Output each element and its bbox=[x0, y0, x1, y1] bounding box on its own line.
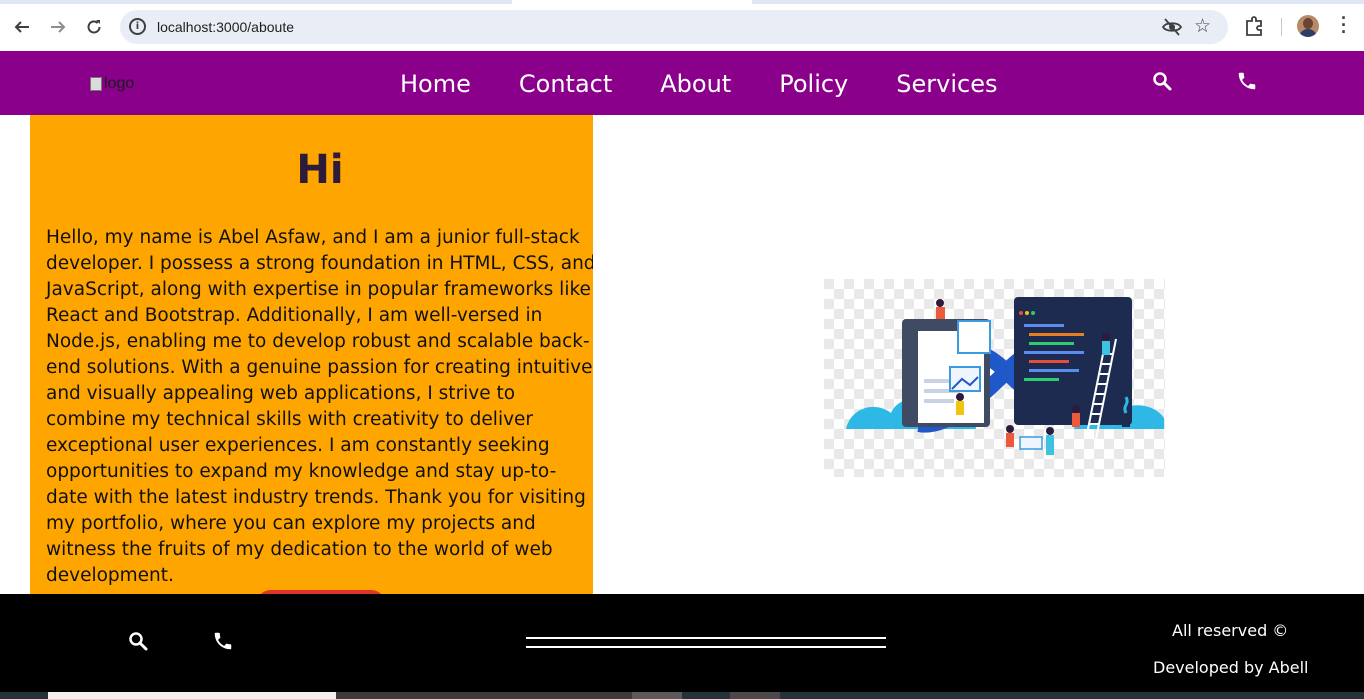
nav-link-about[interactable]: About bbox=[660, 70, 731, 98]
footer-phone-icon[interactable] bbox=[212, 630, 234, 652]
site-footer: All reserved © Developed by Abell bbox=[0, 594, 1364, 692]
footer-rights: All reserved © bbox=[1172, 621, 1289, 640]
about-card: Hi Hello, my name is Abel Asfaw, and I a… bbox=[30, 115, 593, 594]
url-text[interactable]: localhost:3000/aboute bbox=[157, 19, 294, 35]
nav-links: Home Contact About Policy Services bbox=[400, 70, 1045, 98]
footer-divider-top bbox=[526, 637, 886, 639]
browser-toolbar: i localhost:3000/aboute ☆ · · · bbox=[0, 0, 1364, 51]
footer-search-icon[interactable] bbox=[128, 631, 150, 653]
footer-developer: Developed by Abell bbox=[1153, 658, 1309, 677]
search-icon[interactable] bbox=[1152, 71, 1174, 93]
menu-kebab-icon[interactable]: · · · bbox=[1334, 9, 1354, 41]
tab-strip bbox=[0, 0, 1364, 4]
eye-off-icon[interactable] bbox=[1162, 18, 1182, 36]
forward-button[interactable] bbox=[44, 13, 72, 41]
reload-button[interactable] bbox=[80, 13, 108, 41]
arrow-right-icon bbox=[51, 21, 66, 33]
nav-link-contact[interactable]: Contact bbox=[519, 70, 612, 98]
about-body: Hello, my name is Abel Asfaw, and I am a… bbox=[46, 227, 593, 586]
site-navbar: logo Home Contact About Policy Services bbox=[0, 51, 1364, 115]
extensions-icon[interactable] bbox=[1244, 16, 1264, 36]
os-taskbar bbox=[0, 692, 1364, 699]
about-heading: Hi bbox=[296, 147, 344, 193]
profile-avatar[interactable] bbox=[1297, 15, 1319, 37]
phone-icon[interactable] bbox=[1236, 70, 1258, 92]
logo[interactable]: logo bbox=[90, 75, 134, 93]
back-button[interactable] bbox=[8, 13, 36, 41]
reload-icon bbox=[87, 20, 101, 34]
footer-divider-bottom bbox=[526, 646, 886, 648]
developer-illustration bbox=[824, 279, 1165, 477]
active-tab[interactable] bbox=[512, 0, 752, 4]
address-bar[interactable]: i localhost:3000/aboute ☆ bbox=[120, 10, 1228, 44]
taskbar-item[interactable] bbox=[632, 692, 682, 699]
toolbar-separator bbox=[1281, 18, 1282, 36]
nav-link-services[interactable]: Services bbox=[896, 70, 997, 98]
site-info-icon[interactable]: i bbox=[129, 18, 146, 35]
nav-link-policy[interactable]: Policy bbox=[779, 70, 848, 98]
nav-link-home[interactable]: Home bbox=[400, 70, 471, 98]
taskbar-item[interactable] bbox=[336, 692, 632, 699]
bookmark-star-icon[interactable]: ☆ bbox=[1194, 15, 1211, 38]
logo-alt-text: logo bbox=[104, 75, 135, 92]
taskbar-item[interactable] bbox=[48, 692, 336, 699]
taskbar-item[interactable] bbox=[730, 692, 780, 699]
arrow-left-icon bbox=[14, 21, 29, 33]
broken-image-icon bbox=[90, 77, 102, 91]
